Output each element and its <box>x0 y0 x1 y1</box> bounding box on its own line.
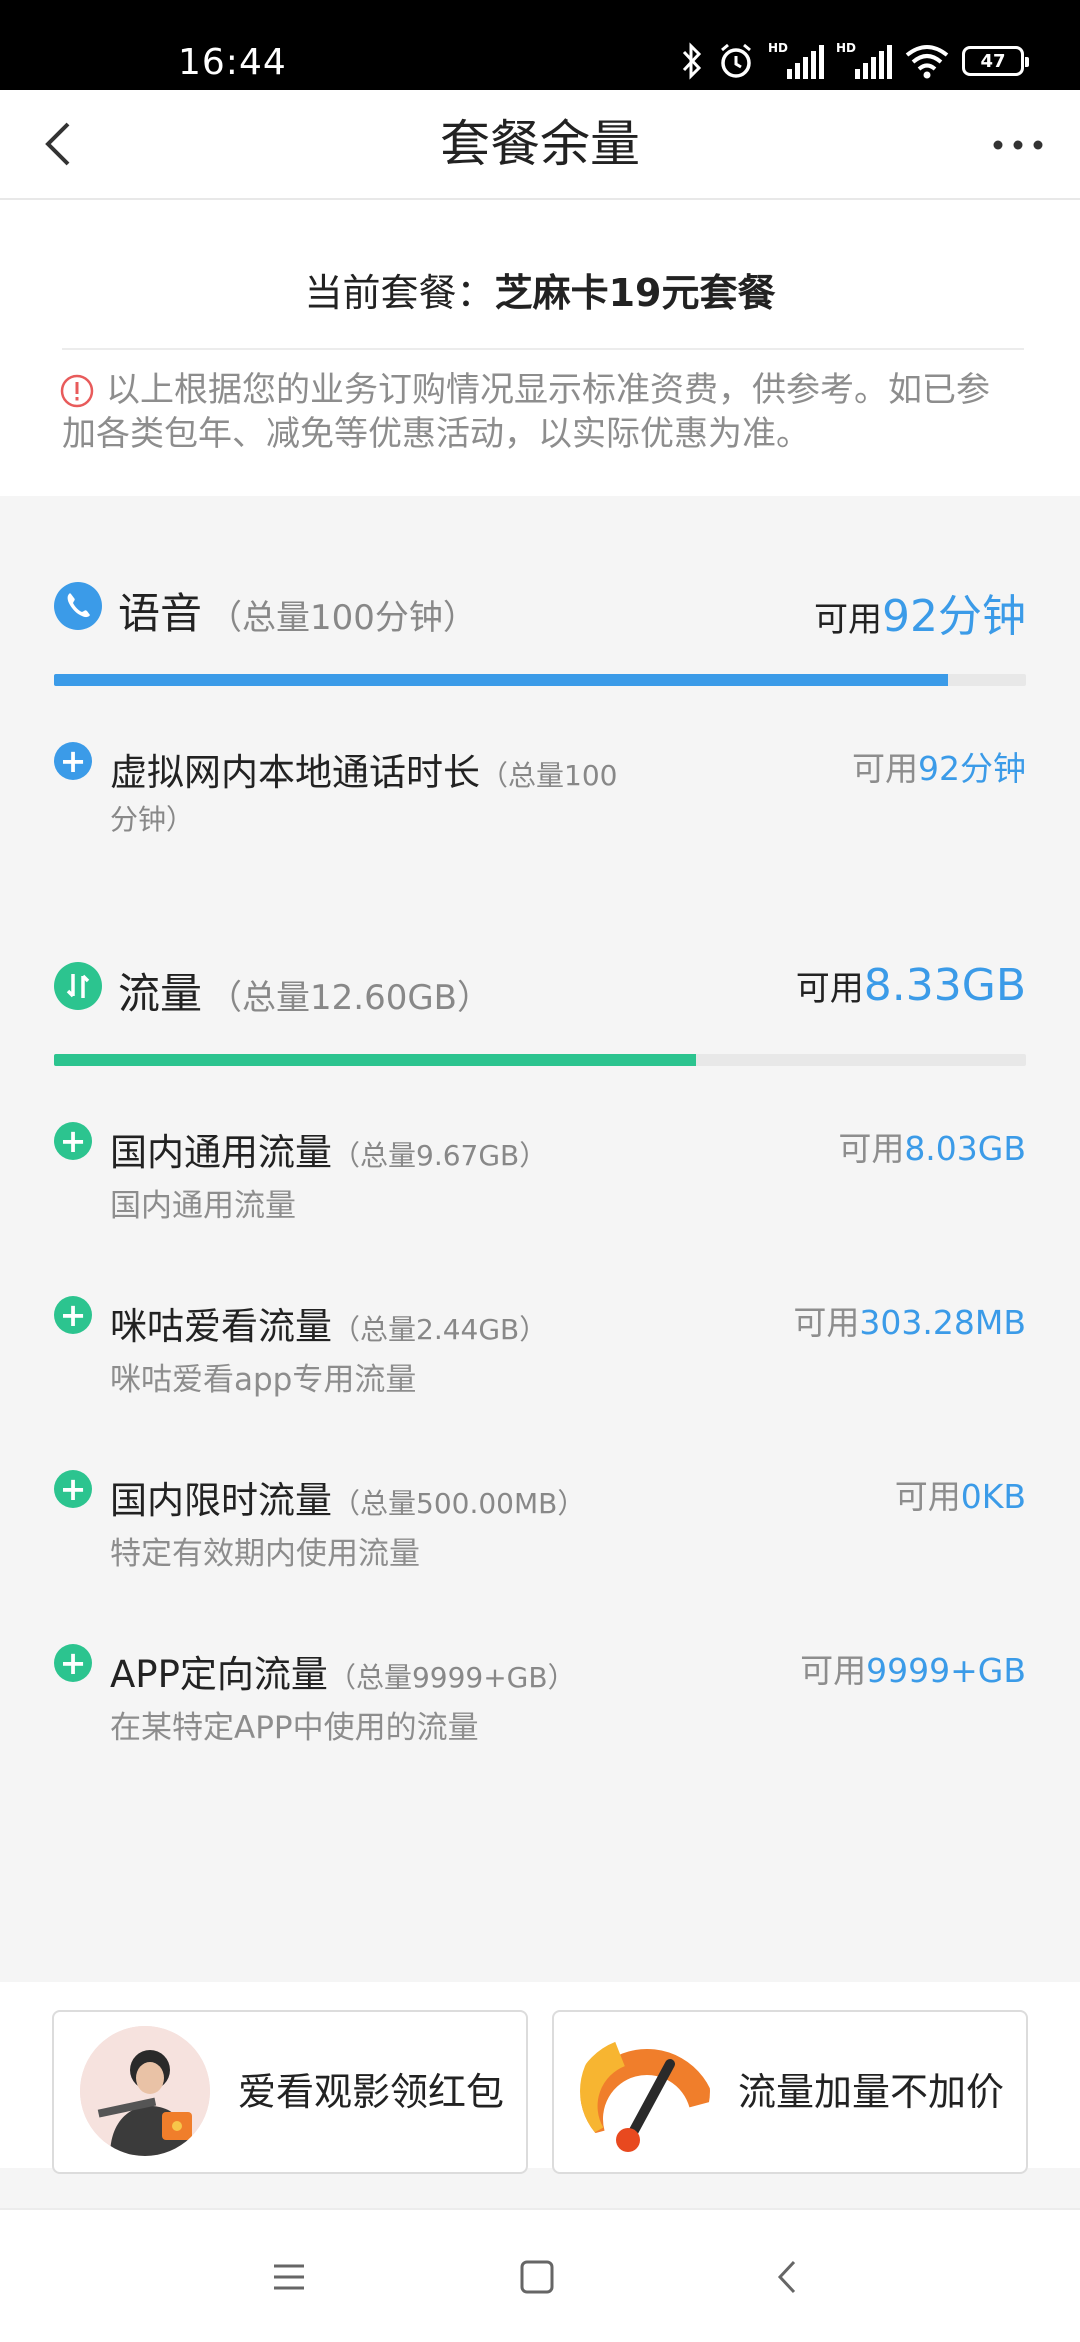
data-total: （总量12.60GB） <box>208 978 492 1018</box>
voice-progress-bar <box>54 674 1026 686</box>
voice-available: 可用92分钟 <box>814 580 1026 644</box>
page-title: 套餐余量 <box>440 115 640 173</box>
back-nav-icon[interactable] <box>764 2252 814 2302</box>
data-item-available: 可用8.03GB <box>838 1129 1026 1168</box>
voice-item-name: 虚拟网内本地通话时长（总量100 <box>110 751 618 794</box>
notice-text: 以上根据您的业务订购情况显示标准资费，供参考。如已参加各类包年、减免等优惠活动，… <box>62 370 990 454</box>
status-icons: HD HD 47 <box>680 38 1029 84</box>
data-item-desc: 咪咕爱看app专用流量 <box>110 1362 417 1398</box>
battery-icon: 47 <box>962 46 1029 76</box>
package-name: 芝麻卡19元套餐 <box>494 271 776 315</box>
data-available-label: 可用 <box>795 969 864 1009</box>
voice-available-label: 可用 <box>814 600 882 640</box>
status-time: 16:44 <box>178 42 287 83</box>
voice-card: 语音 （总量100分钟） 可用92分钟 + 虚拟网内本地通话时长（总量100 分… <box>0 510 1080 888</box>
data-item-name: 国内限时流量（总量500.00MB） <box>110 1479 586 1522</box>
promo-section: 爱看观影领红包 流量加量不加价 <box>0 1982 1080 2174</box>
voice-progress-fill <box>54 674 949 686</box>
current-package: 当前套餐：芝麻卡19元套餐 <box>0 262 1080 317</box>
menu-icon[interactable] <box>264 2252 314 2302</box>
data-progress-fill <box>54 1054 697 1066</box>
signal-2-icon: HD <box>836 41 892 81</box>
data-card: 流量 （总量12.60GB） 可用8.33GB + 国内通用流量（总量9.67G… <box>0 898 1080 1798</box>
battery-level: 47 <box>980 50 1006 72</box>
system-nav-bar <box>0 2208 1080 2342</box>
data-item-app[interactable]: + APP定向流量（总量9999+GB） 在某特定APP中使用的流量 可用999… <box>54 1644 1026 1754</box>
voice-item[interactable]: + 虚拟网内本地通话时长（总量100 分钟） 可用92分钟 <box>54 742 1026 852</box>
promo-label: 爱看观影领红包 <box>238 2070 505 2114</box>
data-item-available: 可用0KB <box>894 1477 1026 1516</box>
signal-1-icon: HD <box>768 41 824 81</box>
expand-plus-icon[interactable]: + <box>54 742 92 780</box>
voice-item-available: 可用92分钟 <box>852 749 1026 788</box>
data-item-available: 可用303.28MB <box>793 1303 1026 1342</box>
expand-plus-icon[interactable]: + <box>54 1644 92 1682</box>
expand-plus-icon[interactable]: + <box>54 1122 92 1160</box>
nav-bar: 套餐余量 <box>0 90 1080 200</box>
voice-available-value: 92分钟 <box>882 591 1026 642</box>
package-label: 当前套餐： <box>304 271 495 315</box>
data-title: 流量 <box>118 969 203 1018</box>
data-item-desc: 特定有效期内使用流量 <box>110 1536 420 1572</box>
data-item-domestic[interactable]: + 国内通用流量（总量9.67GB） 国内通用流量 可用8.03GB <box>54 1122 1026 1232</box>
data-item-name: 国内通用流量（总量9.67GB） <box>110 1131 548 1174</box>
promo-label: 流量加量不加价 <box>738 2070 1005 2114</box>
data-item-desc: 国内通用流量 <box>110 1188 296 1224</box>
promo-data-boost[interactable]: 流量加量不加价 <box>552 2010 1028 2174</box>
data-transfer-icon <box>54 962 102 1010</box>
divider <box>62 348 1024 350</box>
data-item-limited[interactable]: + 国内限时流量（总量500.00MB） 特定有效期内使用流量 可用0KB <box>54 1470 1026 1580</box>
voice-item-total-cont: 分钟） <box>110 803 195 836</box>
bluetooth-icon <box>682 42 702 80</box>
voice-title: 语音 <box>118 589 203 638</box>
data-available-value: 8.33GB <box>863 960 1026 1011</box>
expand-plus-icon[interactable]: + <box>54 1470 92 1508</box>
speedometer-icon <box>580 2026 710 2156</box>
data-item-name: 咪咕爱看流量（总量2.44GB） <box>110 1305 548 1348</box>
promo-movie-redpacket[interactable]: 爱看观影领红包 <box>52 2010 528 2174</box>
expand-plus-icon[interactable]: + <box>54 1296 92 1334</box>
alarm-icon <box>721 43 751 78</box>
home-icon[interactable] <box>512 2252 562 2302</box>
data-progress-bar <box>54 1054 1026 1066</box>
data-item-migu[interactable]: + 咪咕爱看流量（总量2.44GB） 咪咕爱看app专用流量 可用303.28M… <box>54 1296 1026 1406</box>
movie-promo-image <box>80 2026 210 2156</box>
data-item-name: APP定向流量（总量9999+GB） <box>110 1653 576 1696</box>
data-item-available: 可用9999+GB <box>800 1651 1026 1690</box>
wifi-icon <box>905 45 949 79</box>
phone-icon <box>54 582 102 630</box>
data-item-desc: 在某特定APP中使用的流量 <box>110 1710 479 1746</box>
data-available: 可用8.33GB <box>796 960 1026 1011</box>
status-bar: 16:44 HD HD 47 <box>0 0 1080 90</box>
package-section: 当前套餐：芝麻卡19元套餐 以上根据您的业务订购情况显示标准资费，供参考。如已参… <box>0 200 1080 496</box>
voice-total: （总量100分钟） <box>208 598 477 638</box>
more-options-icon[interactable] <box>990 120 1046 170</box>
